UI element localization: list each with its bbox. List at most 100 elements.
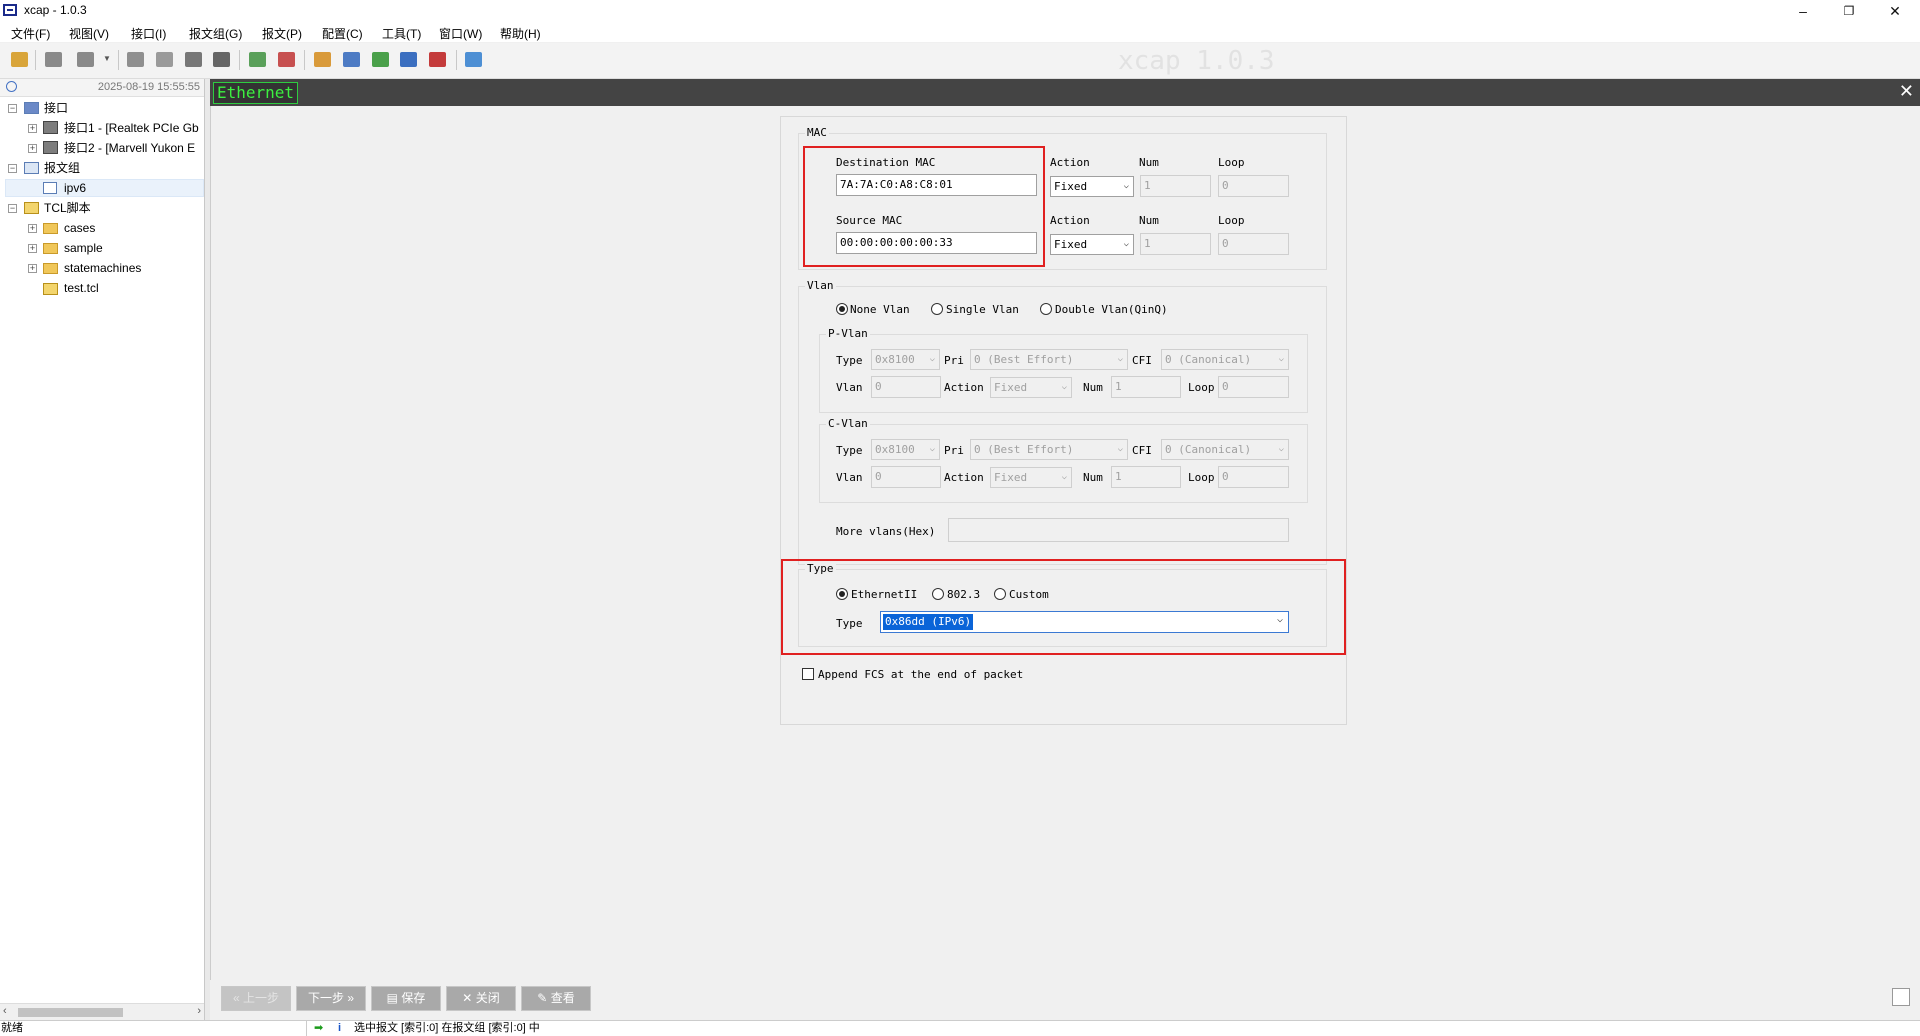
tree-interfaces[interactable]: 接口 xyxy=(44,99,68,117)
menu-interface[interactable]: 接口(I) xyxy=(131,25,166,42)
tree-ipv6[interactable]: ipv6 xyxy=(64,179,86,197)
capture-icon[interactable] xyxy=(185,52,202,67)
more-vlans-input[interactable] xyxy=(948,518,1289,542)
p-num-input[interactable]: 1 xyxy=(1111,376,1181,398)
horizontal-scrollbar[interactable]: ‹ › xyxy=(0,1003,204,1021)
dropdown-arrow-icon[interactable]: ▼ xyxy=(103,54,111,63)
book-icon[interactable] xyxy=(213,52,230,67)
src-loop-input[interactable]: 0 xyxy=(1218,233,1289,255)
view-icon: ✎ xyxy=(537,991,551,1005)
menu-tools[interactable]: 工具(T) xyxy=(382,25,421,42)
p-pri-select[interactable]: 0 (Best Effort) xyxy=(970,349,1128,370)
scrollbar-thumb[interactable] xyxy=(18,1008,123,1017)
close-window-button[interactable]: ✕ xyxy=(1872,0,1918,22)
folder-icon xyxy=(43,263,58,274)
send-icon[interactable] xyxy=(45,52,62,67)
datetime: 2025-08-19 15:55:55 xyxy=(97,81,200,93)
prev-label: 上一步 xyxy=(243,991,280,1005)
menu-view[interactable]: 视图(V) xyxy=(69,25,109,42)
stop-icon[interactable] xyxy=(127,52,144,67)
collapse-icon[interactable]: − xyxy=(8,204,17,213)
c-pri-select[interactable]: 0 (Best Effort) xyxy=(970,439,1128,460)
scroll-left-icon[interactable]: ‹ xyxy=(3,1005,7,1017)
prev-button[interactable]: « 上一步 xyxy=(221,986,291,1011)
dst-num-input[interactable]: 1 xyxy=(1140,175,1211,197)
minimize-button[interactable]: – xyxy=(1780,0,1826,22)
tree-iface1[interactable]: 接口1 - [Realtek PCIe Gb xyxy=(64,119,199,137)
folder-icon xyxy=(43,243,58,254)
none-vlan-radio[interactable] xyxy=(836,303,848,315)
tools-icon[interactable] xyxy=(429,52,446,67)
tree-tcl[interactable]: TCL脚本 xyxy=(44,199,91,217)
c-num-input[interactable]: 1 xyxy=(1111,466,1181,488)
collapse-icon[interactable]: − xyxy=(8,164,17,173)
double-vlan-radio[interactable] xyxy=(1040,303,1052,315)
chart-icon[interactable] xyxy=(400,52,417,67)
c-action-select[interactable]: Fixed xyxy=(990,467,1072,488)
expand-icon[interactable]: + xyxy=(28,224,37,233)
window-title: xcap - 1.0.3 xyxy=(24,3,87,17)
tree-cases[interactable]: cases xyxy=(64,219,95,237)
c-type-select[interactable]: 0x8100 xyxy=(871,439,940,460)
maximize-button[interactable]: ❐ xyxy=(1826,0,1872,22)
src-num-input[interactable]: 1 xyxy=(1140,233,1211,255)
src-action-select[interactable]: Fixed xyxy=(1050,234,1134,255)
list-icon[interactable] xyxy=(343,52,360,67)
c-cfi-select[interactable]: 0 (Canonical) xyxy=(1161,439,1289,460)
p-action-label: Action xyxy=(944,381,984,394)
chat-icon[interactable] xyxy=(465,52,482,67)
p-vlan-title: P-Vlan xyxy=(826,327,870,340)
close-button[interactable]: ✕ 关闭 xyxy=(446,986,516,1011)
expand-icon[interactable]: + xyxy=(28,124,37,133)
single-vlan-radio[interactable] xyxy=(931,303,943,315)
tree-iface2[interactable]: 接口2 - [Marvell Yukon E xyxy=(64,139,195,157)
highlight-box-mac xyxy=(803,146,1045,267)
menu-config[interactable]: 配置(C) xyxy=(322,25,363,42)
p-vlan-id-input[interactable]: 0 xyxy=(871,376,941,398)
save-button[interactable]: ▤ 保存 xyxy=(371,986,441,1011)
next-button[interactable]: 下一步 » xyxy=(296,986,366,1011)
save-icon: ▤ xyxy=(386,991,402,1005)
p-cfi-select[interactable]: 0 (Canonical) xyxy=(1161,349,1289,370)
menu-window[interactable]: 窗口(W) xyxy=(439,25,482,42)
menu-packet[interactable]: 报文(P) xyxy=(262,25,302,42)
c-vlan-id-input[interactable]: 0 xyxy=(871,466,941,488)
toolbar-separator xyxy=(118,50,119,70)
tree-statemachines[interactable]: statemachines xyxy=(64,259,141,277)
view-button[interactable]: ✎ 查看 xyxy=(521,986,591,1011)
menu-file[interactable]: 文件(F) xyxy=(11,25,50,42)
remove-group-icon[interactable] xyxy=(278,52,295,67)
expand-icon[interactable]: + xyxy=(28,264,37,273)
panel-layout-icon[interactable] xyxy=(1892,988,1910,1006)
add-group-icon[interactable] xyxy=(249,52,266,67)
scroll-right-icon[interactable]: › xyxy=(197,1005,201,1017)
edit-icon[interactable] xyxy=(314,52,331,67)
p-loop-input[interactable]: 0 xyxy=(1218,376,1289,398)
send-options-icon[interactable] xyxy=(77,52,94,67)
pause-icon[interactable] xyxy=(156,52,173,67)
tree-groups[interactable]: 报文组 xyxy=(44,159,80,177)
open-icon[interactable] xyxy=(11,52,28,67)
p-type-select[interactable]: 0x8100 xyxy=(871,349,940,370)
dst-loop-input[interactable]: 0 xyxy=(1218,175,1289,197)
vlan-group-title: Vlan xyxy=(805,279,836,292)
close-editor-button[interactable]: ✕ xyxy=(1899,81,1914,102)
p-action-select[interactable]: Fixed xyxy=(990,377,1072,398)
c-loop-input[interactable]: 0 xyxy=(1218,466,1289,488)
report-icon[interactable] xyxy=(372,52,389,67)
tree-sample[interactable]: sample xyxy=(64,239,103,257)
left-panel-header: 2025-08-19 15:55:55 xyxy=(0,79,204,97)
dst-action-select[interactable]: Fixed xyxy=(1050,176,1134,197)
menu-group[interactable]: 报文组(G) xyxy=(189,25,242,42)
menu-help[interactable]: 帮助(H) xyxy=(500,25,541,42)
tree-testtcl[interactable]: test.tcl xyxy=(64,279,99,297)
double-vlan-label: Double Vlan(QinQ) xyxy=(1055,303,1168,316)
packet-icon xyxy=(43,182,57,194)
single-vlan-label: Single Vlan xyxy=(946,303,1019,316)
expand-icon[interactable]: + xyxy=(28,244,37,253)
collapse-icon[interactable]: − xyxy=(8,104,17,113)
dst-action-label: Action xyxy=(1050,156,1090,169)
append-fcs-checkbox[interactable] xyxy=(802,668,814,680)
expand-icon[interactable]: + xyxy=(28,144,37,153)
c-type-label: Type xyxy=(836,444,863,457)
